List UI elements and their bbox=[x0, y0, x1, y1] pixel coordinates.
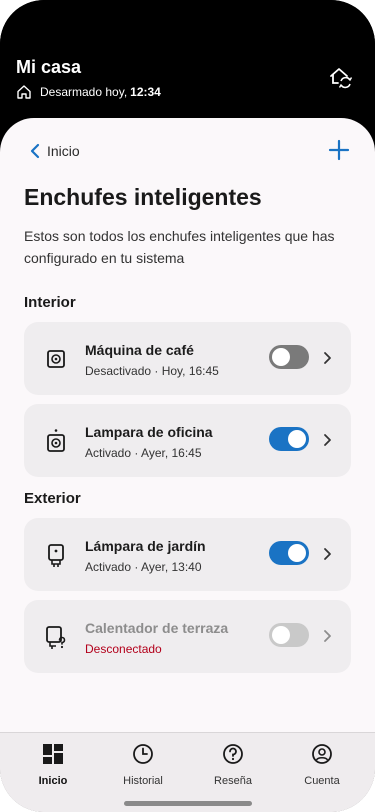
nav-row: Inicio bbox=[0, 138, 375, 166]
device-card-office-lamp[interactable]: Lampara de oficina Activado · Ayer, 16:4… bbox=[24, 404, 351, 477]
app-screen: Mi casa Desarmado hoy, 12:34 Inicio Ench… bbox=[0, 0, 375, 812]
power-toggle bbox=[269, 623, 309, 647]
tab-home[interactable]: Inicio bbox=[6, 733, 100, 812]
device-name: Lampara de oficina bbox=[85, 424, 213, 440]
power-toggle[interactable] bbox=[269, 427, 309, 451]
house-sync-icon[interactable] bbox=[327, 64, 353, 90]
back-button[interactable]: Inicio bbox=[30, 143, 80, 159]
outdoor-plug-unknown-icon bbox=[46, 626, 66, 649]
device-card-patio-heater[interactable]: Calentador de terraza Desconectado bbox=[24, 600, 351, 673]
chevron-right-icon bbox=[324, 548, 331, 560]
add-icon[interactable] bbox=[327, 138, 351, 162]
device-name: Calentador de terraza bbox=[85, 620, 229, 636]
bottom-tab-bar: Inicio Historial Reseña Cuenta bbox=[0, 732, 375, 812]
tab-label: Inicio bbox=[38, 775, 68, 787]
toggle-knob bbox=[288, 544, 306, 562]
house-icon bbox=[17, 85, 31, 99]
tab-label: Historial bbox=[123, 775, 163, 787]
device-card-garden-lamp[interactable]: Lámpara de jardín Activado · Ayer, 13:40 bbox=[24, 518, 351, 591]
chevron-left-icon bbox=[30, 143, 40, 159]
page-description: Estos son todos los enchufes inteligente… bbox=[24, 228, 335, 266]
power-toggle[interactable] bbox=[269, 345, 309, 369]
smart-plug-icon bbox=[47, 350, 65, 368]
device-card-coffee-machine[interactable]: Máquina de café Desactivado · Hoy, 16:45 bbox=[24, 322, 351, 395]
clock-icon bbox=[133, 744, 153, 764]
top-bar: Mi casa Desarmado hoy, 12:34 bbox=[0, 0, 375, 130]
device-status: Activado · Ayer, 16:45 bbox=[85, 446, 202, 460]
content-sheet: Inicio Enchufes inteligentes Estos son t… bbox=[0, 118, 375, 812]
toggle-knob bbox=[272, 348, 290, 366]
status-time: 12:34 bbox=[130, 85, 161, 99]
section-heading-interior: Interior bbox=[24, 294, 76, 311]
home-name: Mi casa bbox=[16, 57, 82, 77]
toggle-knob bbox=[288, 430, 306, 448]
device-status: Desconectado bbox=[85, 642, 162, 656]
outdoor-plug-icon bbox=[48, 544, 64, 567]
home-indicator bbox=[124, 801, 252, 806]
tab-label: Cuenta bbox=[304, 775, 340, 787]
tab-account[interactable]: Cuenta bbox=[275, 733, 369, 812]
chevron-right-icon bbox=[324, 434, 331, 446]
toggle-knob bbox=[272, 626, 290, 644]
device-status: Activado · Ayer, 13:40 bbox=[85, 560, 202, 574]
section-heading-exterior: Exterior bbox=[24, 490, 81, 507]
account-icon bbox=[312, 744, 332, 764]
status-text: Desarmado hoy, bbox=[40, 85, 128, 99]
smart-plug-active-icon bbox=[47, 429, 65, 452]
chevron-right-icon bbox=[324, 630, 331, 642]
chevron-right-icon bbox=[324, 352, 331, 364]
grid-home-icon bbox=[43, 744, 63, 764]
help-circle-icon bbox=[223, 744, 243, 764]
tab-label: Reseña bbox=[214, 775, 252, 787]
device-name: Lámpara de jardín bbox=[85, 538, 206, 554]
device-status: Desactivado · Hoy, 16:45 bbox=[85, 364, 219, 378]
device-name: Máquina de café bbox=[85, 342, 194, 358]
power-toggle[interactable] bbox=[269, 541, 309, 565]
alarm-status: Desarmado hoy, 12:34 bbox=[16, 84, 161, 100]
page-title: Enchufes inteligentes bbox=[24, 184, 262, 210]
back-label: Inicio bbox=[47, 143, 80, 159]
